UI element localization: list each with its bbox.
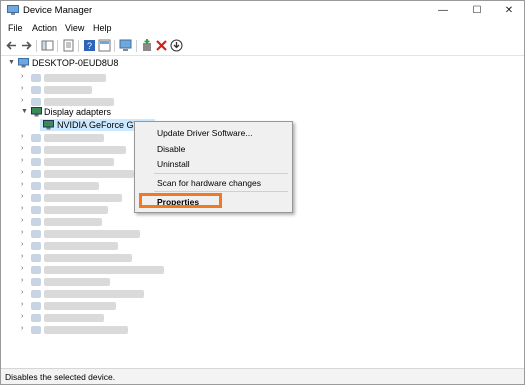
expand-arrow-icon[interactable]: ›: [21, 97, 23, 104]
computer-icon: [18, 58, 29, 68]
toolbar-separator: [78, 40, 79, 52]
computer-name[interactable]: DESKTOP-0EUD8U8: [32, 58, 118, 68]
context-menu: Update Driver Software... Disable Uninst…: [134, 121, 293, 213]
toolbar: ?: [1, 37, 524, 56]
collapse-arrow-icon[interactable]: ▼: [8, 59, 15, 66]
blurred-category: [44, 98, 114, 106]
menu-action[interactable]: Action: [32, 23, 57, 33]
menu-scan-hardware[interactable]: Scan for hardware changes: [157, 178, 261, 188]
menu-update-driver[interactable]: Update Driver Software...: [157, 128, 252, 138]
blurred-category-icon: [31, 98, 41, 106]
back-arrow-icon[interactable]: [5, 39, 18, 52]
title-bar: Device Manager — ☐ ✕: [1, 1, 524, 21]
blurred-category: [44, 74, 106, 82]
device-manager-window: Device Manager — ☐ ✕ File Action View He…: [0, 0, 525, 385]
expand-arrow-icon[interactable]: ›: [21, 85, 23, 92]
menu-separator: [154, 191, 288, 192]
blurred-category-icon: [31, 86, 41, 94]
svg-text:?: ?: [87, 41, 92, 51]
monitor-icon[interactable]: [119, 39, 132, 52]
help-icon[interactable]: ?: [83, 39, 96, 52]
window-title: Device Manager: [23, 5, 93, 16]
properties-icon[interactable]: [62, 39, 75, 52]
collapse-arrow-icon[interactable]: ▼: [21, 108, 28, 115]
device-manager-icon: [7, 5, 19, 15]
blurred-category: [44, 86, 92, 94]
expand-arrow-icon[interactable]: ›: [21, 73, 23, 80]
menu-view[interactable]: View: [65, 23, 84, 33]
maximize-icon[interactable]: ☐: [462, 1, 492, 21]
update-driver-icon[interactable]: [141, 39, 154, 52]
action-view-icon[interactable]: [98, 39, 111, 52]
status-text: Disables the selected device.: [5, 372, 116, 382]
menu-help[interactable]: Help: [93, 23, 112, 33]
menu-file[interactable]: File: [8, 23, 23, 33]
forward-arrow-icon[interactable]: [20, 39, 33, 52]
blurred-category-icon: [31, 74, 41, 82]
scan-hardware-icon[interactable]: [170, 39, 183, 52]
display-adapter-icon: [43, 120, 54, 130]
status-bar: Disables the selected device.: [1, 368, 524, 384]
close-icon[interactable]: ✕: [494, 1, 524, 21]
minimize-icon[interactable]: —: [428, 1, 458, 21]
menu-separator: [154, 173, 288, 174]
display-adapter-icon: [31, 107, 42, 117]
show-hide-console-tree-icon[interactable]: [41, 39, 54, 52]
properties-highlight-box: [139, 193, 222, 208]
category-display-adapters[interactable]: Display adapters: [44, 107, 111, 117]
toolbar-separator: [57, 40, 58, 52]
menu-disable[interactable]: Disable: [157, 144, 185, 154]
toolbar-separator: [136, 40, 137, 52]
toolbar-separator: [36, 40, 37, 52]
menu-uninstall[interactable]: Uninstall: [157, 159, 190, 169]
menu-bar: File Action View Help: [1, 21, 524, 37]
uninstall-x-icon[interactable]: [155, 39, 168, 52]
toolbar-separator: [114, 40, 115, 52]
